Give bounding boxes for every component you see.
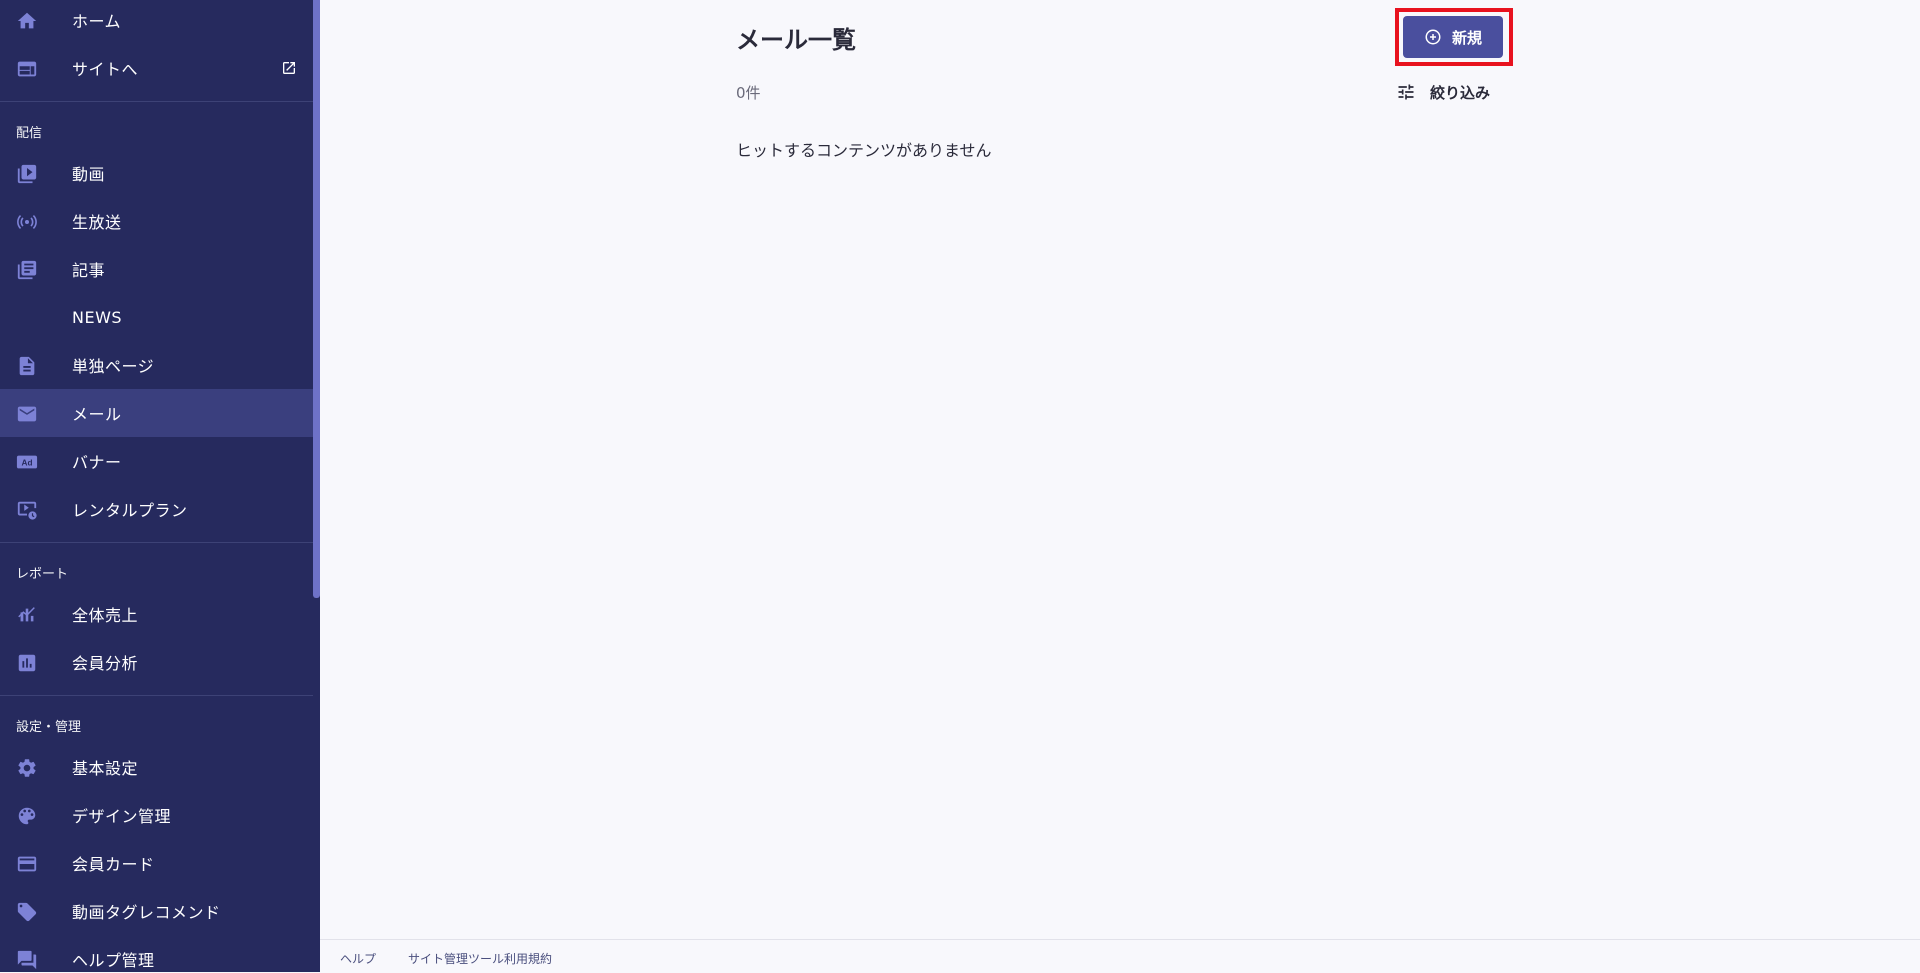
sidebar-item-label: 会員分析: [72, 654, 139, 673]
footer-terms-link[interactable]: サイト管理ツール利用規約: [408, 950, 552, 967]
sidebar-item-news[interactable]: NEWS: [0, 293, 313, 341]
site-icon: [16, 58, 38, 80]
section-title-settings: 設定・管理: [16, 720, 82, 735]
sidebar-item-label: デザイン管理: [72, 807, 172, 826]
sidebar-item-label: ホーム: [72, 12, 122, 31]
rental-plan-icon: [16, 499, 38, 521]
sidebar-item-member-card[interactable]: 会員カード: [0, 839, 313, 887]
sidebar-item-label: 単独ページ: [72, 357, 155, 376]
open-in-new-icon: [281, 60, 297, 76]
ad-icon: Ad: [16, 451, 38, 473]
filter-label: 絞り込み: [1430, 83, 1491, 102]
section-title-report: レポート: [16, 567, 69, 582]
live-broadcast-icon: [16, 211, 38, 233]
chat-icon: [16, 949, 38, 971]
sidebar-item-basic-settings[interactable]: 基本設定: [0, 743, 313, 791]
sidebar-item-member-analysis[interactable]: 会員分析: [0, 638, 313, 686]
sidebar-item-label: 動画: [72, 165, 106, 184]
sidebar-item-help-management[interactable]: ヘルプ管理: [0, 935, 313, 972]
sidebar-item-label: 生放送: [72, 213, 122, 232]
filter-button[interactable]: 絞り込み: [1396, 80, 1490, 104]
sidebar-item-label: サイトへ: [72, 60, 139, 79]
page-title: メール一覧: [736, 26, 856, 54]
sidebar-item-rental-plan[interactable]: レンタルプラン: [0, 485, 313, 533]
home-icon: [16, 10, 38, 32]
sidebar-item-articles[interactable]: 記事: [0, 245, 313, 293]
sidebar-item-label: 基本設定: [72, 759, 139, 778]
analytics-icon: [16, 652, 38, 674]
mail-icon: [16, 403, 38, 425]
article-icon: [16, 259, 38, 281]
tag-icon: [16, 901, 38, 923]
add-circle-icon: [1425, 29, 1441, 45]
new-button-label: 新規: [1451, 28, 1482, 47]
sidebar-divider: [0, 101, 313, 102]
sidebar-item-label: 全体売上: [72, 606, 139, 625]
sidebar-item-label: 記事: [72, 261, 106, 280]
sidebar-item-label: メール: [72, 405, 122, 424]
sidebar-item-single-page[interactable]: 単独ページ: [0, 341, 313, 389]
sidebar-item-label: レンタルプラン: [72, 501, 188, 520]
empty-message: ヒットするコンテンツがありません: [736, 141, 992, 160]
sidebar-item-total-sales[interactable]: 全体売上: [0, 590, 313, 638]
sidebar-item-live[interactable]: 生放送: [0, 197, 313, 245]
sidebar: ホーム サイトへ 配信 動画 生放送 記事 NEWS 単独ページ メール Ad …: [0, 0, 320, 972]
palette-icon: [16, 805, 38, 827]
sidebar-item-mail[interactable]: メール: [0, 389, 313, 437]
sidebar-divider: [0, 542, 313, 543]
section-title-delivery: 配信: [16, 126, 43, 141]
sidebar-item-design[interactable]: デザイン管理: [0, 791, 313, 839]
sidebar-item-label: 会員カード: [72, 855, 155, 874]
sidebar-item-site[interactable]: サイトへ: [0, 44, 313, 92]
gear-icon: [16, 757, 38, 779]
result-count: 0件: [736, 84, 761, 102]
footer-help-link[interactable]: ヘルプ: [340, 950, 376, 967]
svg-text:Ad: Ad: [22, 459, 33, 468]
credit-card-icon: [16, 853, 38, 875]
sidebar-item-label: バナー: [72, 453, 122, 472]
sidebar-item-label: ヘルプ管理: [72, 951, 155, 970]
sidebar-item-label: NEWS: [72, 307, 123, 327]
footer: ヘルプ サイト管理ツール利用規約: [320, 939, 1920, 973]
tune-icon: [1398, 84, 1414, 100]
video-library-icon: [16, 163, 38, 185]
sidebar-item-label: 動画タグレコメンド: [72, 903, 221, 922]
sidebar-item-banner[interactable]: Ad バナー: [0, 437, 313, 485]
new-button[interactable]: 新規: [1403, 16, 1503, 58]
sidebar-item-video[interactable]: 動画: [0, 149, 313, 197]
sales-chart-icon: [16, 604, 38, 626]
document-icon: [16, 355, 38, 377]
sidebar-divider: [0, 695, 313, 696]
sidebar-item-tag-recommend[interactable]: 動画タグレコメンド: [0, 887, 313, 935]
sidebar-item-home[interactable]: ホーム: [0, 0, 313, 44]
sidebar-scrollbar[interactable]: [313, 0, 320, 598]
